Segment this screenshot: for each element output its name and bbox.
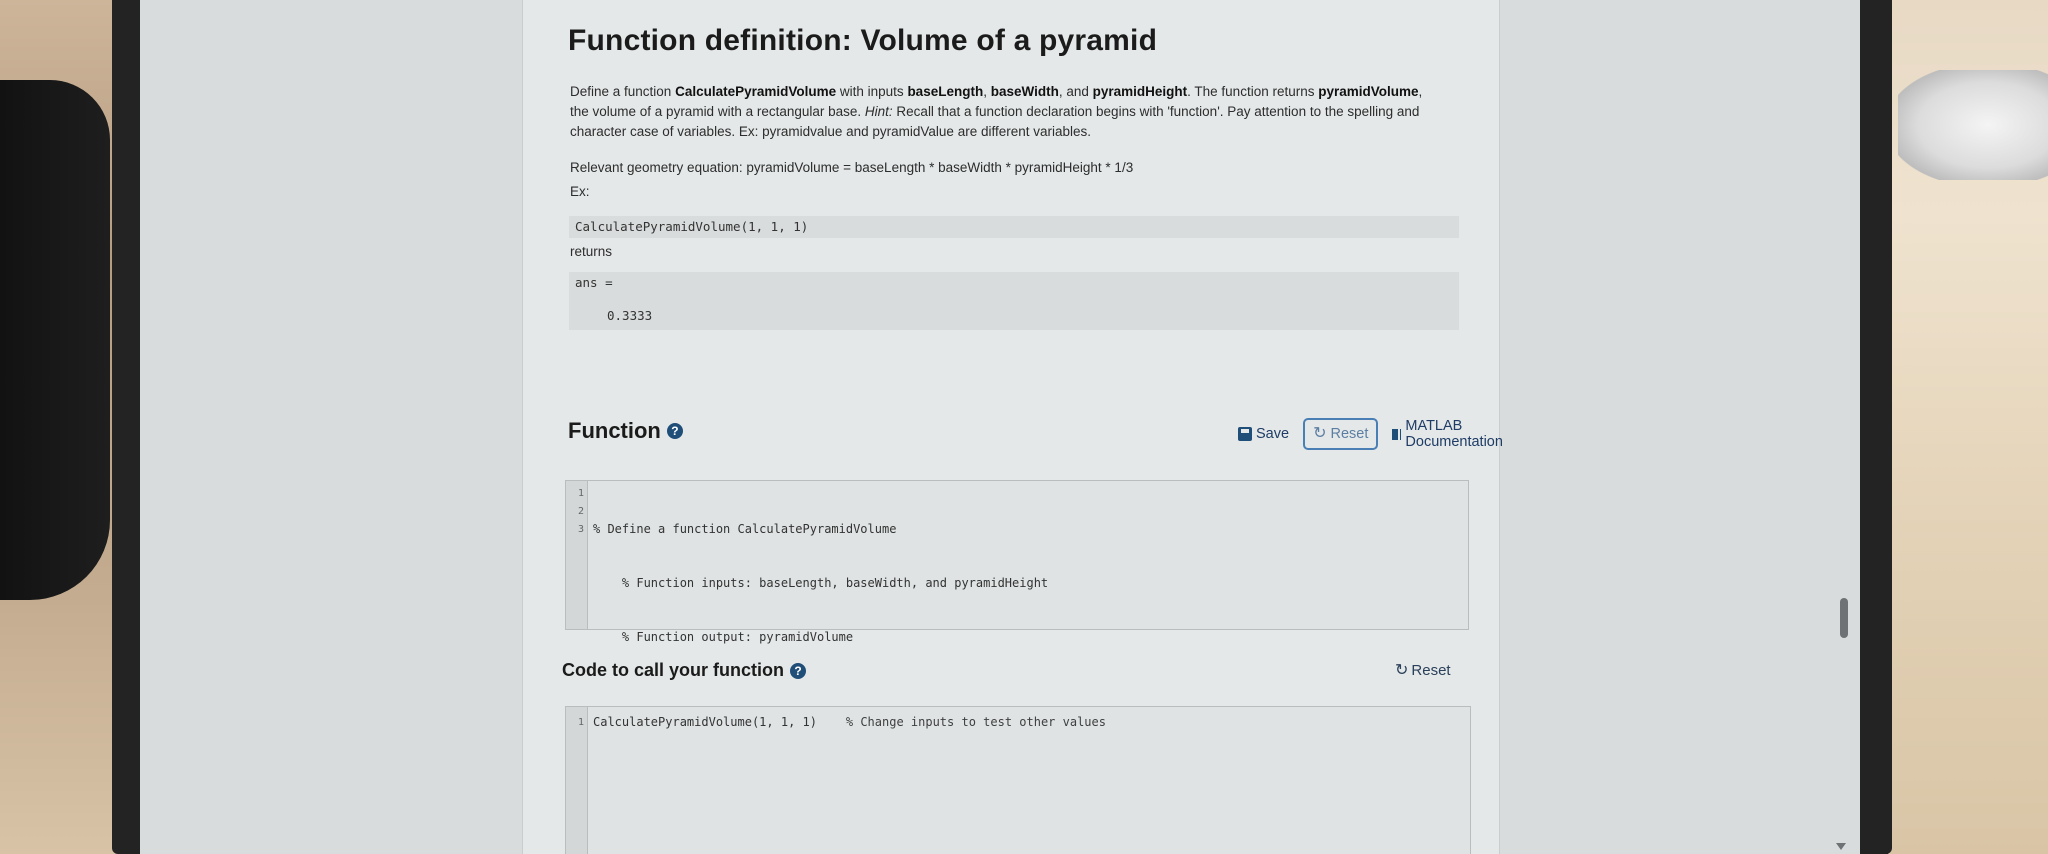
function-code-editor[interactable]: 1 2 3 % Define a function CalculatePyram…: [565, 480, 1469, 644]
photo-background-right: [1888, 0, 2048, 854]
desc-input-2: baseWidth: [990, 84, 1059, 99]
returns-label: returns: [570, 244, 613, 259]
save-button[interactable]: Save: [1238, 426, 1289, 442]
refresh-icon: ↻: [1395, 661, 1409, 679]
desc-text: . The function returns: [1187, 84, 1319, 99]
desc-text: ,: [983, 84, 991, 99]
scrollbar-thumb[interactable]: [1840, 598, 1848, 638]
desc-output: pyramidVolume: [1318, 84, 1419, 99]
call-code-editor[interactable]: 1 CalculatePyramidVolume(1, 1, 1) % Chan…: [565, 706, 1471, 854]
code-lines[interactable]: % Define a function CalculatePyramidVolu…: [588, 481, 1053, 644]
call-function-heading: Code to call your function ?: [562, 660, 807, 681]
scroll-down-arrow-icon[interactable]: [1836, 843, 1846, 850]
matlab-documentation-link[interactable]: MATLAB Documentation: [1392, 418, 1508, 450]
call-code[interactable]: CalculatePyramidVolume(1, 1, 1): [593, 715, 817, 729]
browser-viewport: Function definition: Volume of a pyramid…: [140, 0, 1860, 854]
function-heading-label: Function: [568, 418, 661, 443]
reset-function-button[interactable]: ↻ Reset: [1303, 418, 1379, 450]
save-button-label: Save: [1256, 426, 1290, 442]
desc-text: Define a function: [570, 84, 676, 99]
line-number: 3: [577, 524, 584, 535]
line-number: 1: [577, 717, 584, 728]
desc-text: , and: [1058, 84, 1093, 99]
problem-description: Define a function CalculatePyramidVolume…: [570, 82, 1440, 142]
question-circle-icon[interactable]: ?: [666, 423, 683, 439]
desc-input-3: pyramidHeight: [1092, 84, 1188, 99]
dark-cloth: [0, 80, 110, 600]
output-line: ans =: [575, 275, 613, 290]
docs-link-label: MATLAB Documentation: [1405, 418, 1503, 450]
reset-button-label: Reset: [1330, 426, 1369, 442]
book-icon: [1392, 428, 1402, 440]
code-line[interactable]: % Function inputs: baseLength, baseWidth…: [593, 574, 1048, 592]
function-toolbar: Save ↻ Reset MATLAB Documentation: [1238, 416, 1508, 452]
example-label: Ex:: [570, 184, 590, 199]
call-comment[interactable]: % Change inputs to test other values: [846, 715, 1106, 729]
code-lines[interactable]: CalculatePyramidVolume(1, 1, 1) % Change…: [588, 707, 1111, 854]
refresh-icon: ↻: [1313, 425, 1327, 442]
game-controller: [1898, 70, 2048, 180]
line-number-gutter: 1 2 3: [566, 481, 588, 629]
reset-call-button[interactable]: ↻ Reset: [1395, 662, 1451, 679]
desc-text: with inputs: [836, 84, 908, 99]
line-number-gutter: 1: [566, 707, 588, 854]
call-heading-label: Code to call your function: [562, 660, 785, 680]
page-title: Function definition: Volume of a pyramid: [568, 24, 1158, 57]
line-number: 2: [577, 506, 584, 517]
floppy-disk-icon: [1238, 427, 1252, 441]
question-circle-icon[interactable]: ?: [790, 662, 807, 679]
reset-call-label: Reset: [1411, 662, 1451, 679]
line-number: 1: [577, 488, 584, 499]
output-value: 0.3333: [607, 308, 653, 323]
hint-label: Hint:: [864, 104, 893, 119]
desc-function-name: CalculatePyramidVolume: [675, 84, 837, 99]
zybooks-content-page: Function definition: Volume of a pyramid…: [522, 0, 1503, 854]
geometry-equation: Relevant geometry equation: pyramidVolum…: [570, 160, 1134, 175]
example-output-block: ans = 0.3333: [569, 272, 1459, 330]
example-code-block: CalculatePyramidVolume(1, 1, 1): [569, 216, 1459, 238]
code-line[interactable]: % Function output: pyramidVolume: [593, 628, 1048, 646]
function-heading: Function ?: [568, 418, 683, 444]
desc-input-1: baseLength: [907, 84, 984, 99]
code-line[interactable]: % Define a function CalculatePyramidVolu…: [593, 520, 1048, 538]
